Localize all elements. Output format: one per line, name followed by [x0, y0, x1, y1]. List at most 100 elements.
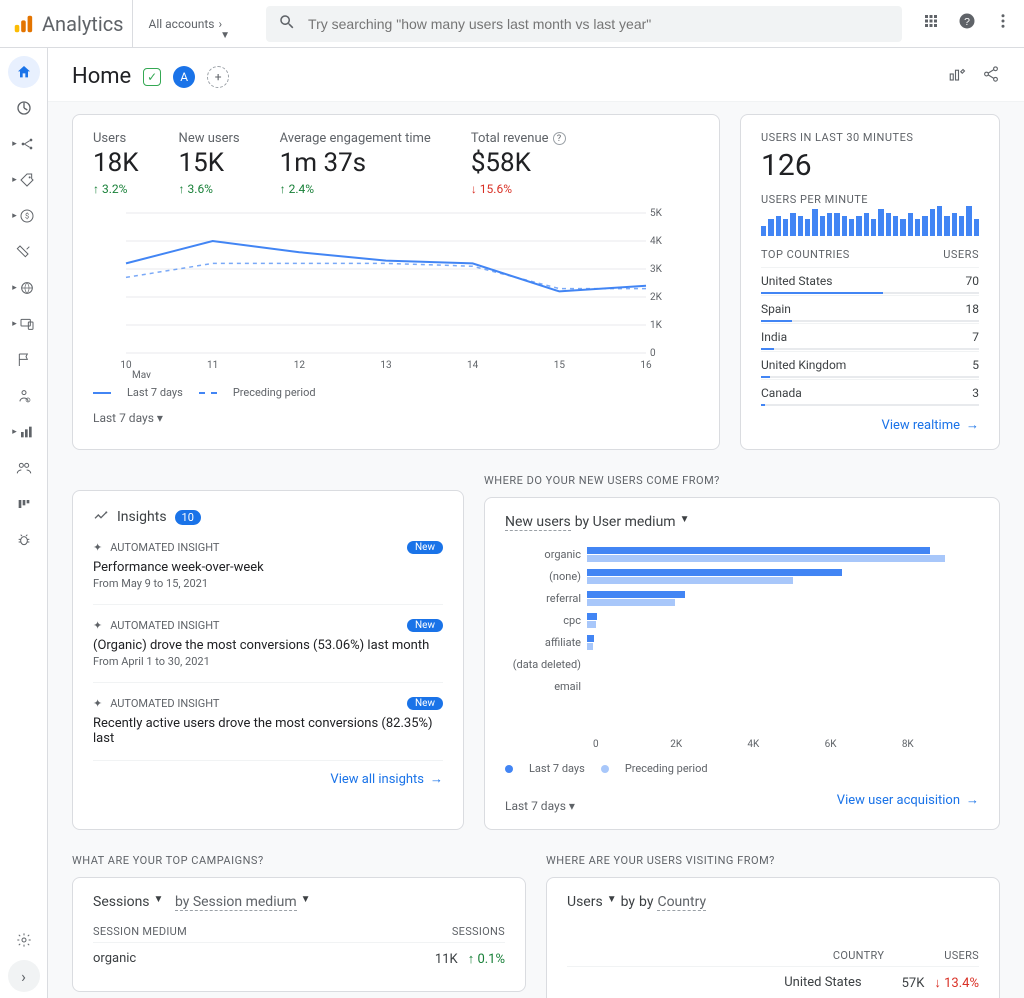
- country-row[interactable]: Spain18: [761, 295, 979, 323]
- table-row[interactable]: organic 11K0.1%: [93, 942, 505, 975]
- insight-item[interactable]: ✦AUTOMATED INSIGHT New Performance week-…: [93, 527, 443, 605]
- geo-header: COUNTRYUSERS: [567, 945, 979, 966]
- sparkle-icon: ✦: [93, 541, 102, 554]
- realtime-value: 126: [761, 148, 979, 183]
- nav-home[interactable]: [8, 56, 40, 88]
- sparkle-icon: ✦: [93, 697, 102, 710]
- geo-dimension-picker[interactable]: Users ▼by by Country: [567, 894, 979, 911]
- header-actions: ?: [922, 12, 1012, 35]
- svg-text:10: 10: [120, 360, 132, 371]
- insights-icon: [93, 507, 109, 527]
- insight-item[interactable]: ✦AUTOMATED INSIGHT New (Organic) drove t…: [93, 605, 443, 683]
- arrow-right-icon: →: [966, 417, 979, 433]
- kpi-revenue[interactable]: Total revenue ? $58K 15.6%: [471, 131, 566, 196]
- nav-explore[interactable]: ▸: [8, 128, 40, 160]
- kpi-row: Users 18K 3.2% New users 15K 3.6% Averag…: [93, 131, 699, 196]
- chevron-right-icon: ›: [218, 17, 222, 31]
- nav-tag[interactable]: ▸: [8, 164, 40, 196]
- nav-configure[interactable]: [8, 236, 40, 268]
- svg-text:3K: 3K: [650, 264, 663, 275]
- overview-card: Users 18K 3.2% New users 15K 3.6% Averag…: [72, 114, 720, 450]
- side-nav: ▸ ▸ ▸$ ▸ ▸ ▸ ›: [0, 48, 48, 998]
- info-icon[interactable]: ?: [553, 132, 566, 145]
- help-icon[interactable]: ?: [958, 12, 976, 35]
- chevron-down-icon: ▼: [154, 894, 164, 911]
- svg-text:16: 16: [640, 360, 652, 371]
- nav-settings[interactable]: [8, 924, 40, 956]
- kpi-users[interactable]: Users 18K 3.2%: [93, 131, 139, 196]
- svg-text:0: 0: [650, 348, 656, 359]
- account-selector[interactable]: All accounts › ▼: [132, 0, 239, 47]
- chevron-down-icon: ▼: [220, 30, 230, 41]
- geo-card: Users ▼by by Country COUNTRYUSERS United…: [546, 877, 1000, 998]
- sources-bar-chart: organic (none) referral cpc affiliate (d…: [505, 543, 979, 733]
- realtime-card: USERS IN LAST 30 MINUTES 126 USERS PER M…: [740, 114, 1000, 450]
- more-icon[interactable]: [994, 12, 1012, 35]
- svg-text:15: 15: [554, 360, 566, 371]
- view-all-insights-link[interactable]: View all insights →: [93, 771, 443, 787]
- search-input[interactable]: [308, 16, 890, 32]
- nav-library[interactable]: ▸: [8, 416, 40, 448]
- realtime-countries-header: TOP COUNTRIES USERS: [761, 248, 979, 261]
- insights-count: 10: [175, 510, 201, 525]
- add-comparison-button[interactable]: +: [207, 66, 229, 88]
- sources-dimension-picker[interactable]: New users by User medium ▼: [505, 514, 979, 531]
- svg-text:$: $: [25, 212, 29, 221]
- view-user-acquisition-link[interactable]: View user acquisition →: [837, 792, 979, 808]
- sources-range-picker[interactable]: Last 7 days ▾: [505, 799, 575, 813]
- svg-text:11: 11: [207, 360, 218, 371]
- verified-icon: ✓: [143, 68, 161, 86]
- customize-icon[interactable]: [948, 65, 966, 88]
- insight-item[interactable]: ✦AUTOMATED INSIGHT New Recently active u…: [93, 683, 443, 761]
- main-content: Home ✓ A + Users 18K 3.2%: [48, 48, 1024, 998]
- country-row[interactable]: Canada3: [761, 379, 979, 407]
- realtime-per-min-label: USERS PER MINUTE: [761, 193, 979, 206]
- app-header: Analytics All accounts › ▼ ?: [0, 0, 1024, 48]
- svg-text:2K: 2K: [650, 292, 663, 303]
- campaigns-dimension-picker[interactable]: Sessions ▼ by Session medium ▼: [93, 894, 505, 911]
- sparkle-icon: ✦: [93, 619, 102, 632]
- table-row[interactable]: United States 57K13.4%: [567, 966, 979, 998]
- realtime-title: USERS IN LAST 30 MINUTES: [761, 131, 979, 144]
- svg-text:5K: 5K: [650, 208, 663, 219]
- nav-audience[interactable]: [8, 452, 40, 484]
- svg-text:1K: 1K: [650, 320, 663, 331]
- page-header: Home ✓ A +: [48, 48, 1024, 102]
- country-list: United States70Spain18India7United Kingd…: [761, 267, 979, 407]
- nav-user[interactable]: [8, 380, 40, 412]
- view-realtime-link[interactable]: View realtime →: [761, 417, 979, 433]
- country-row[interactable]: India7: [761, 323, 979, 351]
- campaigns-section-title: WHAT ARE YOUR TOP CAMPAIGNS?: [72, 854, 526, 867]
- nav-flag[interactable]: [8, 344, 40, 376]
- chart-legend: Last 7 days Preceding period: [93, 386, 699, 399]
- chevron-down-icon: ▼: [607, 894, 617, 911]
- nav-retention[interactable]: [8, 488, 40, 520]
- nav-debug[interactable]: [8, 524, 40, 556]
- app-logo[interactable]: Analytics: [12, 12, 124, 36]
- nav-reports[interactable]: [8, 92, 40, 124]
- search-bar[interactable]: [266, 6, 902, 42]
- campaigns-header: SESSION MEDIUMSESSIONS: [93, 921, 505, 942]
- chevron-down-icon: ▼: [680, 514, 690, 531]
- nav-collapse[interactable]: ›: [8, 960, 40, 992]
- nav-device[interactable]: ▸: [8, 308, 40, 340]
- kpi-engagement[interactable]: Average engagement time 1m 37s 2.4%: [280, 131, 431, 196]
- svg-text:May: May: [132, 370, 151, 378]
- insights-header: Insights 10: [93, 507, 443, 527]
- share-icon[interactable]: [982, 65, 1000, 88]
- campaigns-card: Sessions ▼ by Session medium ▼ SESSION M…: [72, 877, 526, 992]
- kpi-new-users[interactable]: New users 15K 3.6%: [179, 131, 240, 196]
- country-row[interactable]: United States70: [761, 267, 979, 295]
- realtime-sparkline: [761, 206, 979, 236]
- date-range-picker[interactable]: Last 7 days ▾: [93, 411, 699, 425]
- search-icon: [278, 13, 296, 35]
- nav-monetization[interactable]: ▸$: [8, 200, 40, 232]
- apps-icon[interactable]: [922, 12, 940, 35]
- nav-admin[interactable]: ▸: [8, 272, 40, 304]
- country-row[interactable]: United Kingdom5: [761, 351, 979, 379]
- sources-section-title: WHERE DO YOUR NEW USERS COME FROM?: [484, 474, 1000, 487]
- badge-a[interactable]: A: [173, 66, 195, 88]
- arrow-right-icon: →: [966, 792, 979, 808]
- svg-text:4K: 4K: [650, 236, 663, 247]
- sources-legend: Last 7 days Preceding period: [505, 762, 979, 775]
